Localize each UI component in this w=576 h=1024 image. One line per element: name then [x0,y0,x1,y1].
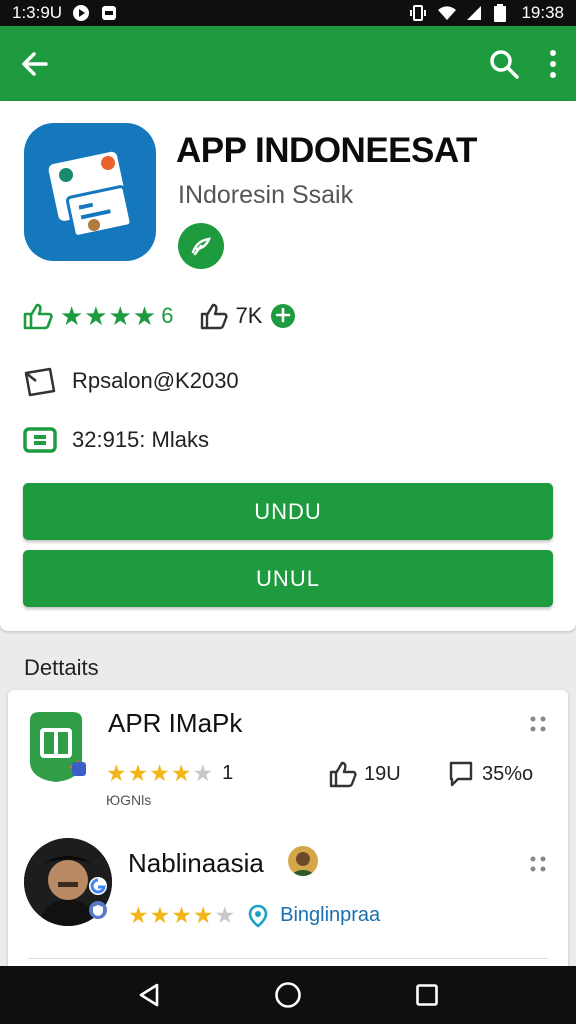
item-likes[interactable]: 19U [328,760,401,788]
nav-home-button[interactable] [274,981,302,1009]
nav-back-icon [139,983,158,1007]
vibrate-icon [409,4,427,22]
nav-bar [0,966,576,1024]
back-button[interactable] [18,48,50,80]
likes-count: 19U [364,762,401,785]
item-subtext: ЮGNls [106,792,152,808]
app-bar-actions [488,48,558,80]
email-text[interactable]: Rpsalon@K2030 [72,368,239,394]
nav-home-icon [275,982,301,1008]
thumbs-up-icon [23,303,53,330]
wifi-icon [437,4,457,22]
app-bar [0,26,576,101]
user-small-avatar [288,846,318,876]
comments-count: 35%o [482,762,534,785]
editors-choice-badge [178,223,224,269]
status-bar: 1:3:9U 19:38 [0,0,576,26]
section-title: Dettaits [24,655,99,680]
item-title: APR IMaPk [108,708,243,738]
nav-recents-button[interactable] [415,983,439,1007]
google-badge-icon [89,877,107,895]
secondary-button[interactable]: UNUL [23,550,553,607]
more-button[interactable] [548,49,558,79]
status-right: 19:38 [409,3,564,23]
rating-stars: ★★★★★ [106,760,215,786]
notification-icon [100,4,118,22]
install-button[interactable]: UNDU [23,483,553,540]
app-title: APP INDONEESAT [176,131,477,170]
rating-stars: ★★★★★ [128,902,237,928]
status-time: 1:3:9U [12,3,63,22]
rating-count: 1 [222,762,234,784]
search-icon [490,49,519,79]
email-row: Rpsalon@K2030 [22,365,239,397]
list-item[interactable]: Nablinaasia ★★★★★ Binglinpraa [8,830,568,970]
shield-badge-icon [89,901,107,919]
thumbs-up-outline-icon [201,303,229,330]
installs-row: 32:915: Mlaks [22,425,209,455]
leaf-icon [191,237,211,256]
item-rating: ★★★★★ 1 [106,760,233,787]
nav-back-button[interactable] [137,982,161,1008]
status-right-time: 19:38 [521,3,564,22]
likes-count: 7K [235,303,263,328]
item-app-icon [26,710,86,782]
installs-text: 32:915: Mlaks [72,427,209,452]
thumbs-up-icon [329,761,357,788]
signal-icon [465,4,483,22]
location-pin-icon [248,904,268,928]
play-circle-icon [72,4,90,22]
app-icon [24,123,156,261]
mail-icon [24,367,56,397]
more-vert-icon [550,49,556,78]
installs-icon [23,427,57,453]
rating-stars: ★★★★ [60,300,158,331]
details-card: APR IMaPk ★★★★★ 1 19U 35%o ЮGNls Nablina… [8,690,568,980]
battery-icon [493,4,511,22]
arrow-back-icon [22,51,48,76]
comment-icon [449,761,473,787]
app-developer[interactable]: INdoresin Ssaik [178,181,353,210]
rating-value: 6 [161,303,174,328]
search-button[interactable] [488,48,520,80]
divider [28,958,548,959]
user-name: Nablinaasia [128,848,264,878]
user-rating-row: ★★★★★ Binglinpraa [128,902,380,929]
drag-handle-icon[interactable] [528,714,548,734]
stats-row: ★★★★ 6 7K [22,299,296,333]
status-left: 1:3:9U [12,3,118,23]
download-badge-icon [271,304,296,328]
app-header-card: APP INDONEESAT INdoresin Ssaik ★★★★ 6 7K… [0,101,576,631]
drag-handle-icon[interactable] [528,854,548,874]
list-item[interactable]: APR IMaPk ★★★★★ 1 19U 35%o ЮGNls [8,690,568,830]
nav-recents-icon [416,984,439,1006]
location-text[interactable]: Binglinpraa [280,904,380,927]
item-comments[interactable]: 35%o [448,760,533,788]
